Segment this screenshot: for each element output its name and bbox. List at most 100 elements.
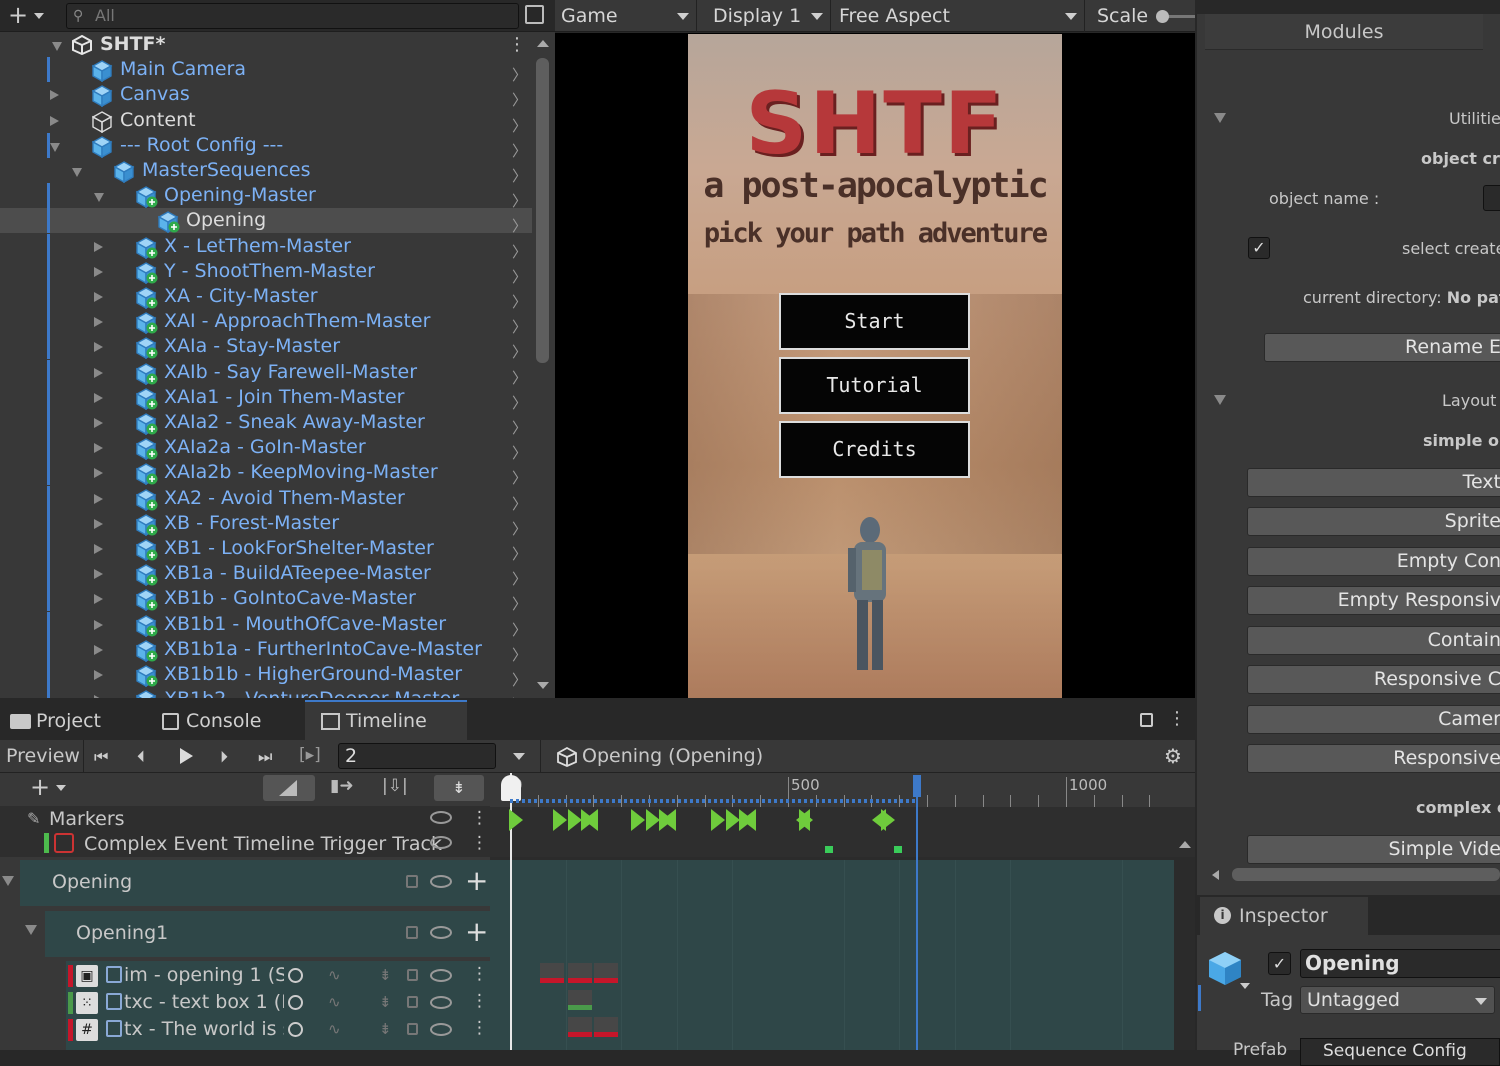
inspector-tab[interactable]: i Inspector: [1200, 897, 1368, 935]
timeline-clip[interactable]: [594, 963, 618, 983]
tab-timeline[interactable]: Timeline: [305, 700, 467, 740]
lock-icon[interactable]: [407, 996, 418, 1008]
breadcrumb[interactable]: Opening (Opening): [540, 740, 780, 772]
more-options-icon[interactable]: ⋮: [471, 1018, 488, 1038]
play-range-icon[interactable]: [▸]: [299, 745, 321, 765]
hierarchy-row[interactable]: XB1b - GoIntoCave-Master 〉: [0, 586, 532, 613]
hierarchy-row[interactable]: --- Root Config --- 〉: [0, 132, 532, 160]
active-checkbox[interactable]: ✓: [1268, 952, 1291, 975]
ripple-icon[interactable]: ▮➜: [330, 776, 354, 796]
add-dropdown-icon[interactable]: [34, 13, 44, 19]
scroll-down-icon[interactable]: [537, 682, 549, 689]
snap-button[interactable]: [263, 775, 315, 801]
select-created-checkbox[interactable]: ✓: [1248, 237, 1270, 259]
eye-icon[interactable]: [430, 926, 452, 939]
more-options-icon[interactable]: ⋮: [1168, 708, 1186, 729]
expand-arrow-icon[interactable]: [72, 168, 82, 177]
target-icon[interactable]: [288, 968, 303, 983]
tab-project[interactable]: Project: [10, 700, 150, 740]
pin-button[interactable]: ⇟: [434, 775, 484, 801]
collapse-arrow-icon[interactable]: [50, 115, 59, 126]
collapse-arrow-icon[interactable]: [94, 594, 103, 605]
scene-row[interactable]: SHTF* ⋮: [0, 32, 532, 57]
tab-console[interactable]: Console: [162, 700, 302, 740]
target-icon[interactable]: [288, 1022, 303, 1037]
marker-key[interactable]: [568, 809, 582, 831]
timeline-clip[interactable]: [568, 1017, 592, 1037]
hierarchy-row[interactable]: Opening 〉: [0, 208, 532, 235]
scroll-left-icon[interactable]: [1212, 870, 1219, 880]
object-name-input[interactable]: [1483, 185, 1500, 211]
collapse-arrow-icon[interactable]: [94, 619, 103, 630]
group-expander-icon[interactable]: [2, 876, 14, 886]
eye-icon[interactable]: [430, 969, 452, 982]
eye-icon[interactable]: [430, 1023, 452, 1036]
lock-icon[interactable]: [1140, 713, 1153, 727]
hierarchy-row[interactable]: Content 〉: [0, 108, 532, 135]
frame-input[interactable]: 2: [338, 743, 496, 769]
collapse-arrow-icon[interactable]: [94, 292, 103, 302]
more-options-icon[interactable]: ⋮: [471, 964, 488, 984]
hierarchy-row[interactable]: XA2 - Avoid Them-Master 〉: [0, 485, 532, 513]
sprite-button[interactable]: Sprite: [1247, 507, 1500, 536]
hierarchy-row[interactable]: XB1 - LookForShelter-Master 〉: [0, 536, 532, 563]
trigger-track-row[interactable]: Complex Event Timeline Trigger Track ⋮: [0, 831, 490, 857]
gear-icon[interactable]: ⚙: [1164, 744, 1182, 768]
hierarchy-row[interactable]: XAI - ApproachThem-Master 〉: [0, 309, 532, 336]
marker-key[interactable]: [711, 809, 725, 831]
marker-key[interactable]: [742, 809, 756, 831]
collapse-arrow-icon[interactable]: [94, 493, 103, 504]
timeline-clip[interactable]: [568, 990, 592, 1010]
add-track-icon[interactable]: +: [30, 775, 50, 799]
collapse-arrow-icon[interactable]: [94, 392, 103, 403]
collapse-arrow-icon[interactable]: [94, 342, 103, 353]
hierarchy-row[interactable]: XAIa2a - GoIn-Master 〉: [0, 435, 532, 462]
play-icon[interactable]: [180, 748, 193, 764]
hierarchy-row[interactable]: XAIa2b - KeepMoving-Master 〉: [0, 460, 532, 487]
hierarchy-row[interactable]: XB1a - BuildATeepee-Master 〉: [0, 561, 532, 588]
responsive-container-button[interactable]: Responsive C: [1247, 665, 1500, 694]
expand-arrow-icon[interactable]: [50, 142, 60, 152]
eye-icon[interactable]: [430, 836, 452, 849]
hierarchy-row[interactable]: Main Camera 〉: [0, 57, 532, 84]
scroll-thumb[interactable]: [536, 58, 549, 363]
markers-row[interactable]: ✎ Markers ⋮: [0, 806, 490, 832]
more-options-icon[interactable]: ⋮: [471, 808, 488, 828]
hierarchy-search-input[interactable]: ⚲ All: [66, 3, 519, 29]
empty-container-button[interactable]: Empty Con: [1247, 547, 1500, 576]
camera-button[interactable]: Camer: [1247, 705, 1500, 734]
end-marker[interactable]: [916, 775, 918, 1050]
hierarchy-scrollbar[interactable]: [534, 38, 552, 698]
hierarchy-row[interactable]: MasterSequences 〉: [0, 158, 532, 185]
pin-icon[interactable]: ⇟: [379, 966, 392, 984]
scroll-up-icon[interactable]: [1179, 841, 1191, 848]
hierarchy-row[interactable]: XB1b2 - VentureDeeper-Master 〉: [0, 687, 532, 698]
hierarchy-row[interactable]: Opening-Master 〉: [0, 183, 532, 210]
hierarchy-row[interactable]: XB1b1b - HigherGround-Master 〉: [0, 662, 532, 689]
prev-frame-icon[interactable]: ⏴: [137, 747, 145, 767]
collapse-arrow-icon[interactable]: [94, 695, 103, 698]
marker-key[interactable]: [509, 809, 523, 831]
collapse-arrow-icon[interactable]: [50, 90, 59, 101]
add-icon[interactable]: +: [8, 3, 28, 27]
marker-key[interactable]: [553, 809, 567, 831]
marker-key[interactable]: [872, 809, 886, 831]
credits-button[interactable]: Credits: [779, 421, 970, 478]
game-tab[interactable]: Game: [555, 0, 697, 32]
aspect-select[interactable]: Free Aspect: [833, 0, 1085, 32]
more-options-icon[interactable]: ⋮: [508, 32, 526, 57]
trigger-event-mark[interactable]: [894, 846, 902, 853]
empty-responsive-button[interactable]: Empty Responsiv: [1247, 586, 1500, 615]
group-expander-icon[interactable]: [25, 925, 37, 935]
jump-end-icon[interactable]: ⏭: [258, 747, 272, 767]
eye-icon[interactable]: [430, 875, 452, 888]
jump-start-icon[interactable]: ⏮: [94, 747, 108, 767]
hierarchy-row[interactable]: Y - ShootThem-Master 〉: [0, 258, 532, 286]
collapse-arrow-icon[interactable]: [94, 468, 103, 479]
scroll-up-icon[interactable]: [537, 40, 549, 47]
object-name-field[interactable]: Opening: [1300, 949, 1500, 978]
timeline-clip[interactable]: [540, 963, 564, 983]
collapse-arrow-icon[interactable]: [94, 544, 103, 554]
pin-icon[interactable]: ⇟: [379, 993, 392, 1011]
scale-slider-handle[interactable]: [1156, 10, 1169, 23]
